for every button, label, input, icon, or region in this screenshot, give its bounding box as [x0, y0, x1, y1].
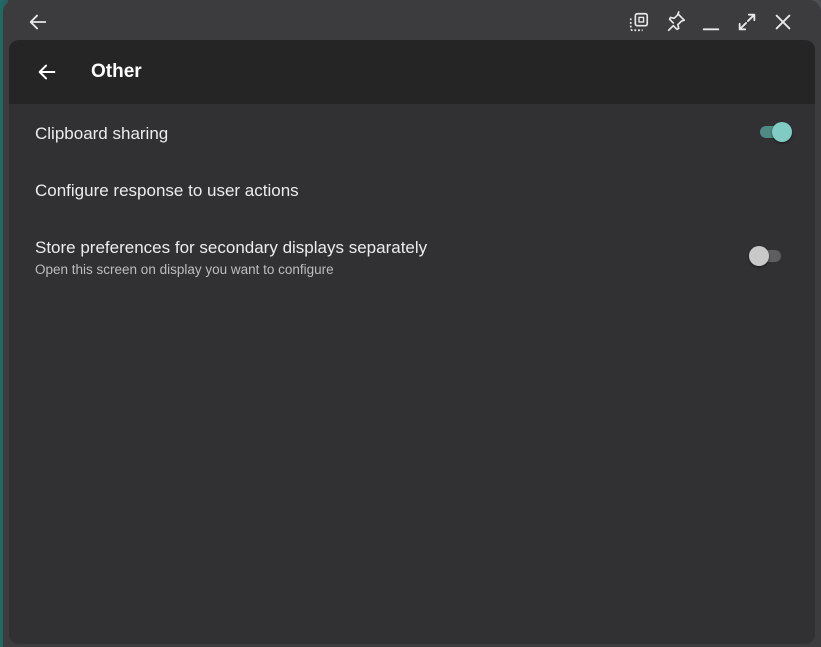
close-button[interactable] [767, 6, 799, 38]
window-caption-bar [3, 0, 821, 42]
setting-label: Store preferences for secondary displays… [35, 238, 428, 257]
minimize-icon [702, 28, 720, 31]
back-arrow-icon [29, 14, 47, 30]
toggle-thumb [772, 122, 792, 142]
pin-icon [667, 11, 686, 32]
back-button[interactable] [31, 56, 63, 88]
setting-configure-response[interactable]: Configure response to user actions [9, 161, 815, 218]
back-arrow-icon [38, 64, 56, 80]
setting-clipboard-sharing[interactable]: Clipboard sharing [9, 104, 815, 161]
pin-button[interactable] [660, 6, 692, 38]
clipboard-sharing-toggle[interactable] [758, 121, 792, 143]
secondary-displays-toggle[interactable] [749, 245, 783, 267]
minimize-button[interactable] [695, 6, 727, 38]
toggle-thumb [749, 246, 769, 266]
setting-secondary-displays[interactable]: Store preferences for secondary displays… [9, 218, 815, 288]
caption-back-button[interactable] [22, 6, 54, 38]
close-icon [775, 14, 791, 30]
select-region-icon [629, 12, 649, 32]
setting-label: Clipboard sharing [35, 124, 169, 143]
select-region-button[interactable] [623, 6, 655, 38]
setting-label: Configure response to user actions [35, 181, 299, 200]
settings-screen: Other Clipboard sharing Configure respon… [9, 40, 815, 644]
app-bar: Other [9, 40, 815, 104]
app-window: Other Clipboard sharing Configure respon… [3, 0, 821, 647]
page-title: Other [91, 61, 142, 82]
setting-summary: Open this screen on display you want to … [35, 262, 334, 277]
maximize-icon [738, 13, 756, 31]
maximize-button[interactable] [731, 6, 763, 38]
